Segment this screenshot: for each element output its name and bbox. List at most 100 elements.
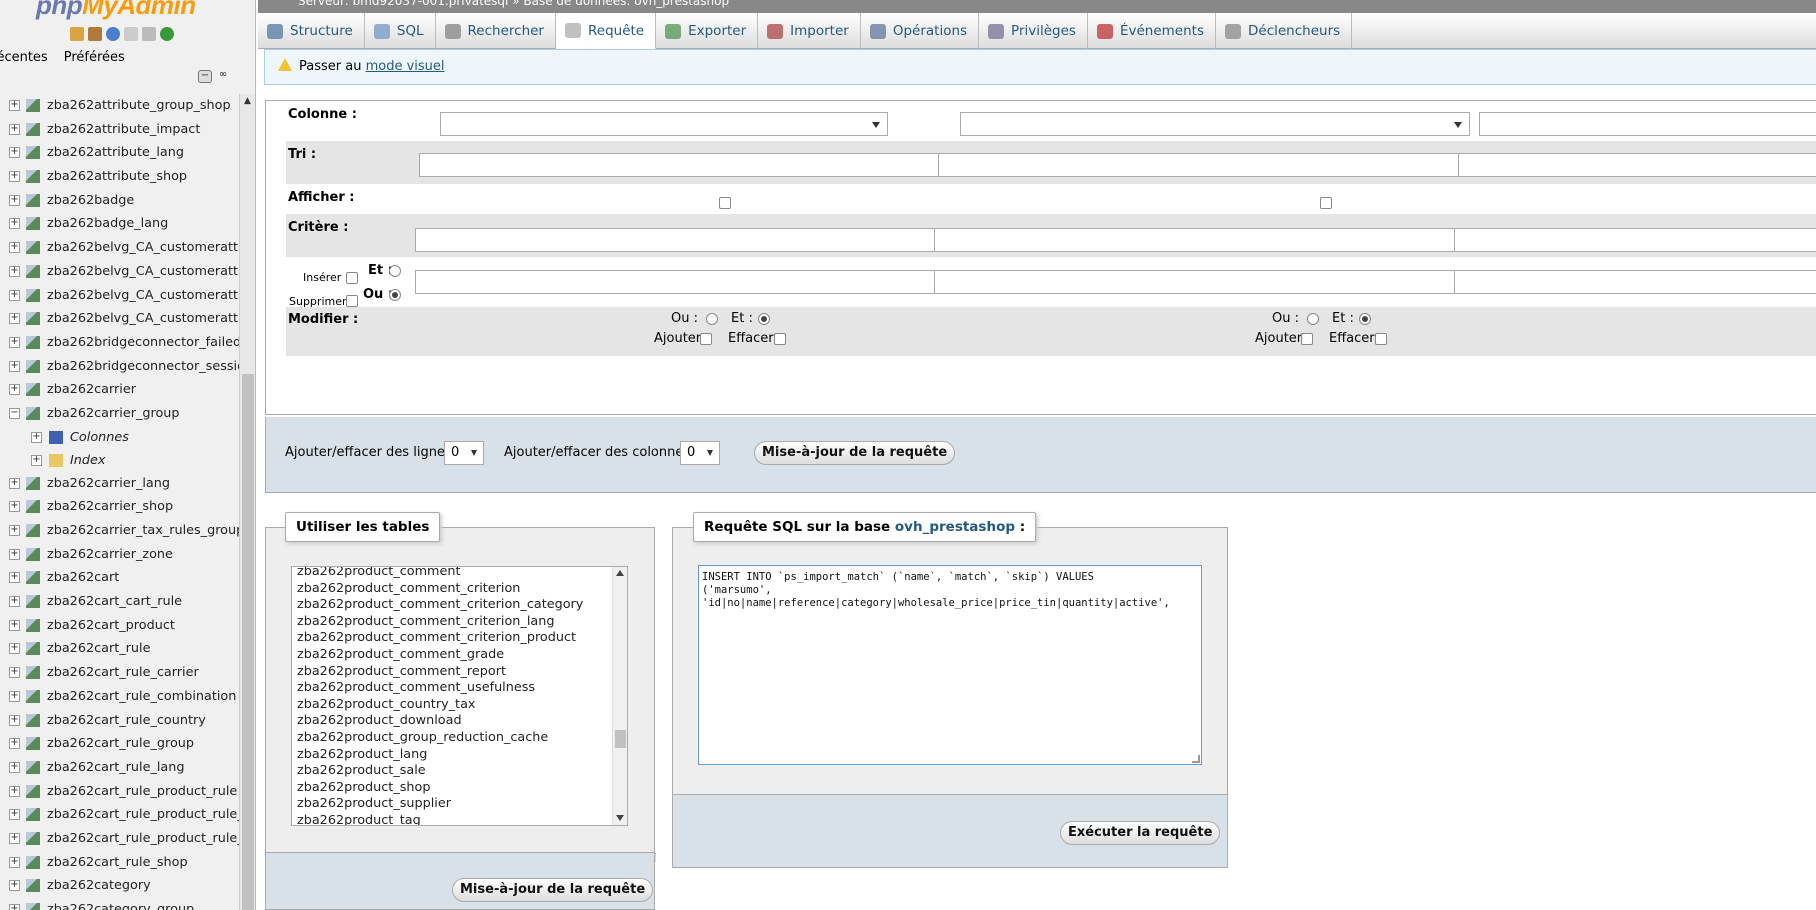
tree-table-item[interactable]: + zba262carrier_tax_rules_group_s bbox=[0, 519, 239, 543]
tree-table-item[interactable]: + zba262carrier bbox=[0, 378, 239, 402]
expand-icon[interactable]: + bbox=[9, 313, 20, 325]
expand-icon[interactable]: + bbox=[31, 431, 42, 443]
visual-mode-link[interactable]: mode visuel bbox=[366, 59, 445, 74]
expand-icon[interactable]: + bbox=[9, 194, 20, 206]
scroll-down-icon[interactable] bbox=[616, 815, 624, 821]
list-item[interactable]: zba262product_comment_usefulness bbox=[292, 680, 627, 697]
expand-icon[interactable]: + bbox=[9, 336, 20, 348]
list-item[interactable]: zba262product_country_tax bbox=[292, 697, 627, 714]
list-item[interactable]: zba262product_supplier bbox=[292, 796, 627, 813]
collapse-icon[interactable]: − bbox=[9, 407, 20, 419]
phpmyadmin-logo[interactable]: phpMyAdmin bbox=[36, 0, 196, 21]
expand-icon[interactable]: + bbox=[9, 785, 20, 797]
tree-table-item[interactable]: + zba262belvg_CA_customerattribu bbox=[0, 236, 239, 260]
list-item[interactable]: zba262product_comment_criterion_lang bbox=[292, 614, 627, 631]
criteria-extra-input-3[interactable] bbox=[1454, 270, 1816, 294]
tab-7[interactable]: Privilèges bbox=[979, 13, 1088, 49]
tab-9[interactable]: Déclencheurs bbox=[1216, 13, 1353, 49]
expand-icon[interactable]: + bbox=[9, 572, 20, 584]
list-item[interactable]: zba262product_comment_criterion_category bbox=[292, 597, 627, 614]
column-select-2[interactable] bbox=[960, 112, 1470, 136]
tree-table-item[interactable]: + zba262cart_product bbox=[0, 614, 239, 638]
list-item[interactable]: zba262product_comment_grade bbox=[292, 647, 627, 664]
rows-select[interactable]: 0 bbox=[444, 441, 484, 465]
mod-add-checkbox-2[interactable] bbox=[1301, 333, 1313, 345]
show-checkbox-2[interactable] bbox=[1320, 197, 1332, 209]
column-select-1[interactable] bbox=[440, 112, 888, 136]
home-icon[interactable] bbox=[70, 27, 84, 41]
tree-table-item[interactable]: + zba262bridgeconnector_session_ bbox=[0, 355, 239, 379]
sort-select-1[interactable] bbox=[419, 153, 990, 177]
sort-select-3[interactable] bbox=[1458, 153, 1816, 177]
criteria-input-3[interactable] bbox=[1454, 228, 1816, 252]
tree-table-item[interactable]: + zba262belvg_CA_customerattribu bbox=[0, 260, 239, 284]
list-item[interactable]: zba262product_group_reduction_cache bbox=[292, 730, 627, 747]
list-item[interactable]: zba262product_lang bbox=[292, 747, 627, 764]
list-item[interactable]: zba262product_shop bbox=[292, 780, 627, 797]
tree-table-item[interactable]: + zba262cart_rule bbox=[0, 637, 239, 661]
expand-icon[interactable]: + bbox=[31, 454, 42, 466]
sql-query-textarea[interactable]: INSERT INTO `ps_import_match` (`name`, `… bbox=[698, 565, 1202, 765]
list-item[interactable]: zba262product_download bbox=[292, 713, 627, 730]
mod-or-radio-2[interactable] bbox=[1307, 313, 1319, 325]
tree-table-item[interactable]: + zba262badge bbox=[0, 189, 239, 213]
resize-handle-icon[interactable] bbox=[1192, 755, 1200, 763]
expand-icon[interactable]: + bbox=[9, 147, 20, 159]
nav-scrollbar[interactable]: ▲ bbox=[239, 94, 255, 910]
expand-icon[interactable]: + bbox=[9, 218, 20, 230]
expand-icon[interactable]: + bbox=[9, 761, 20, 773]
expand-icon[interactable]: + bbox=[9, 525, 20, 536]
logout-icon[interactable] bbox=[88, 27, 102, 41]
tree-table-item[interactable]: + zba262carrier_zone bbox=[0, 543, 239, 567]
insert-row-checkbox[interactable] bbox=[346, 272, 358, 284]
tree-table-item[interactable]: + zba262attribute_group_shop bbox=[0, 94, 239, 118]
expand-icon[interactable]: + bbox=[9, 880, 20, 892]
tab-8[interactable]: Événements bbox=[1088, 13, 1216, 49]
mod-add-checkbox-1[interactable] bbox=[700, 333, 712, 345]
update-query-button[interactable]: Mise-à-jour de la requête bbox=[754, 441, 956, 465]
expand-icon[interactable]: + bbox=[9, 360, 20, 372]
tree-table-item[interactable]: + zba262belvg_CA_customerattribu bbox=[0, 284, 239, 308]
mod-remove-checkbox-1[interactable] bbox=[774, 333, 786, 345]
tree-table-item[interactable]: + zba262cart bbox=[0, 566, 239, 590]
expand-icon[interactable]: + bbox=[9, 384, 20, 396]
tree-table-item[interactable]: + zba262cart_rule_group bbox=[0, 732, 239, 756]
scroll-thumb[interactable] bbox=[242, 374, 254, 910]
tables-list-scrollbar[interactable] bbox=[612, 567, 627, 825]
tables-listbox[interactable]: zba262product_comment zba262product_comme… bbox=[291, 566, 628, 826]
tab-2[interactable]: Rechercher bbox=[436, 13, 556, 49]
list-item[interactable]: zba262product_comment_criterion_product bbox=[292, 630, 627, 647]
and-radio[interactable] bbox=[389, 265, 401, 277]
scroll-up-icon[interactable]: ▲ bbox=[244, 96, 251, 106]
execute-query-button[interactable]: Exécuter la requête bbox=[1060, 821, 1221, 845]
list-item[interactable]: zba262product_tag bbox=[292, 813, 627, 825]
tree-table-item[interactable]: + zba262badge_lang bbox=[0, 212, 239, 236]
tree-table-item[interactable]: + zba262bridgeconnector_failed_log bbox=[0, 331, 239, 355]
list-item[interactable]: zba262product_sale bbox=[292, 763, 627, 780]
breadcrumb[interactable]: Serveur: bmd92037-001.privatesql » Base … bbox=[258, 0, 1816, 13]
tree-table-item[interactable]: + zba262cart_rule_carrier bbox=[0, 661, 239, 685]
tree-table-item[interactable]: + zba262belvg_CA_customerattribu bbox=[0, 307, 239, 331]
tab-3[interactable]: Requête bbox=[555, 13, 657, 49]
scroll-thumb[interactable] bbox=[615, 730, 626, 748]
or-radio[interactable] bbox=[389, 289, 401, 301]
sort-select-2[interactable] bbox=[938, 153, 1508, 177]
mod-and-radio-2[interactable] bbox=[1359, 313, 1371, 325]
expand-icon[interactable]: + bbox=[9, 501, 20, 513]
list-item[interactable]: zba262product_comment_criterion bbox=[292, 581, 627, 598]
expand-icon[interactable]: + bbox=[9, 832, 20, 844]
tree-table-item[interactable]: + zba262cart_rule_product_rule_va bbox=[0, 827, 239, 851]
list-item[interactable]: zba262product_comment bbox=[292, 567, 627, 581]
expand-icon[interactable]: + bbox=[9, 690, 20, 702]
tab-4[interactable]: Exporter bbox=[656, 13, 759, 49]
expand-icon[interactable]: + bbox=[9, 643, 20, 655]
expand-icon[interactable]: + bbox=[9, 265, 20, 277]
settings-icon[interactable] bbox=[142, 27, 156, 41]
expand-icon[interactable]: + bbox=[9, 242, 20, 254]
tree-table-item[interactable]: + zba262cart_cart_rule bbox=[0, 590, 239, 614]
expand-icon[interactable]: + bbox=[9, 619, 20, 631]
tree-table-item[interactable]: + zba262cart_rule_lang bbox=[0, 756, 239, 780]
criteria-extra-input-1[interactable] bbox=[415, 270, 995, 294]
help-icon[interactable] bbox=[106, 27, 120, 41]
tree-subitem[interactable]: + Index bbox=[0, 449, 239, 472]
